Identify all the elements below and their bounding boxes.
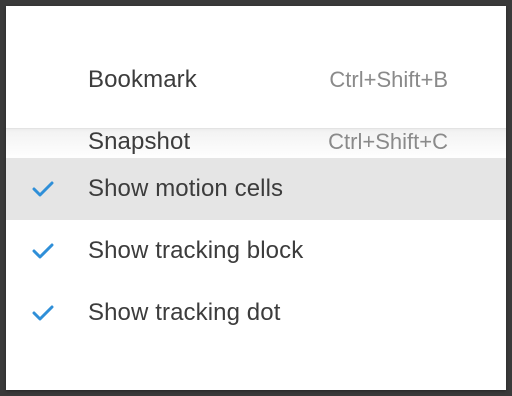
menu-item-label: Bookmark [88,66,197,93]
menu-item-shortcut: Ctrl+Shift+B [329,67,448,92]
action-section: Bookmark Ctrl+Shift+B Snapshot Ctrl+Shif… [6,6,506,155]
check-icon [32,181,54,197]
context-menu: Bookmark Ctrl+Shift+B Snapshot Ctrl+Shif… [6,6,506,390]
menu-item-label: Show tracking block [88,237,304,264]
menu-item-show-tracking-dot[interactable]: Show tracking dot [6,282,506,344]
menu-item-show-tracking-block[interactable]: Show tracking block [6,220,506,282]
menu-item-label: Show motion cells [88,175,284,202]
check-icon [32,305,54,321]
menu-item-label: Show tracking dot [88,299,281,326]
menu-item-shortcut: Ctrl+Shift+C [328,129,448,154]
menu-item-bookmark[interactable]: Bookmark Ctrl+Shift+B [6,49,506,111]
menu-item-label: Snapshot [88,128,191,155]
check-icon [32,243,54,259]
toggle-section: Show motion cells Show tracking block Sh… [6,158,506,344]
menu-item-show-motion-cells[interactable]: Show motion cells [6,158,506,220]
